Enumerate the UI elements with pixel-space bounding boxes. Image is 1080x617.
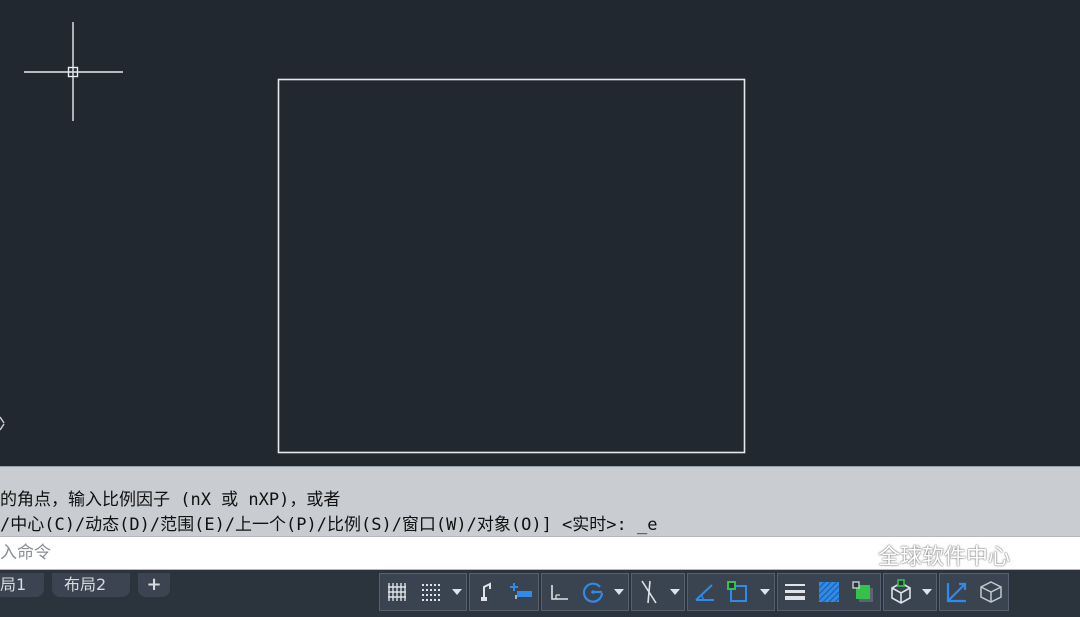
model-space-icon[interactable]	[974, 574, 1008, 610]
dropdown-arrow-icon[interactable]	[610, 574, 628, 610]
tab-layout1[interactable]: 局1	[0, 573, 44, 597]
command-input[interactable]	[0, 537, 820, 569]
drawing-canvas[interactable]	[0, 0, 1080, 466]
watermark: 全球软件中心	[838, 541, 1011, 570]
lineweight-icon[interactable]	[778, 574, 812, 610]
osnap-group	[687, 573, 775, 611]
ucs-group	[939, 573, 1009, 611]
dropdown-arrow-icon[interactable]	[448, 574, 466, 610]
infer-constraints-icon[interactable]	[504, 574, 538, 610]
3d-osnap-group	[883, 573, 937, 611]
dropdown-arrow-icon[interactable]	[756, 574, 774, 610]
status-tray	[379, 572, 1080, 612]
command-history: 的角点，输入比例因子 (nX 或 nXP)，或者 /中心(C)/动态(D)/范围…	[0, 466, 1080, 536]
status-bar: 局1 布局2 +	[0, 570, 1080, 617]
ucs-icon	[0, 416, 5, 431]
object-snap-tracking-icon[interactable]	[632, 574, 666, 610]
3d-object-snap-icon[interactable]	[884, 574, 918, 610]
ortho-polar-group	[541, 573, 629, 611]
watermark-text: 全球软件中心	[878, 545, 1011, 570]
autocad-window: 的角点，输入比例因子 (nX 或 nXP)，或者 /中心(C)/动态(D)/范围…	[0, 0, 1080, 617]
drawn-rectangle[interactable]	[277, 78, 746, 454]
ortho-icon[interactable]	[542, 574, 576, 610]
isometric-drafting-icon[interactable]	[688, 574, 722, 610]
grid-group	[379, 573, 467, 611]
display-group	[777, 573, 881, 611]
osnap-tracking-group	[631, 573, 685, 611]
object-snap-icon[interactable]	[722, 574, 756, 610]
tab-layout2[interactable]: 布局2	[52, 573, 130, 597]
wechat-icon	[839, 544, 870, 566]
dynamic-ucs-icon[interactable]	[940, 574, 974, 610]
canvas-drawing	[0, 22, 746, 454]
selection-cycling-icon[interactable]	[846, 574, 880, 610]
snap-group	[469, 573, 539, 611]
add-layout-button[interactable]: +	[138, 573, 170, 597]
command-history-line-2: /中心(C)/动态(D)/范围(E)/上一个(P)/比例(S)/窗口(W)/对象…	[0, 515, 658, 535]
snap-icon[interactable]	[470, 574, 504, 610]
grid-dots-icon[interactable]	[414, 574, 448, 610]
crosshair-cursor-icon	[24, 22, 123, 121]
polar-tracking-icon[interactable]	[576, 574, 610, 610]
dropdown-arrow-icon[interactable]	[918, 574, 936, 610]
dropdown-arrow-icon[interactable]	[666, 574, 684, 610]
transparency-icon[interactable]	[812, 574, 846, 610]
command-history-line-1: 的角点，输入比例因子 (nX 或 nXP)，或者	[0, 490, 341, 510]
grid-icon[interactable]	[380, 574, 414, 610]
